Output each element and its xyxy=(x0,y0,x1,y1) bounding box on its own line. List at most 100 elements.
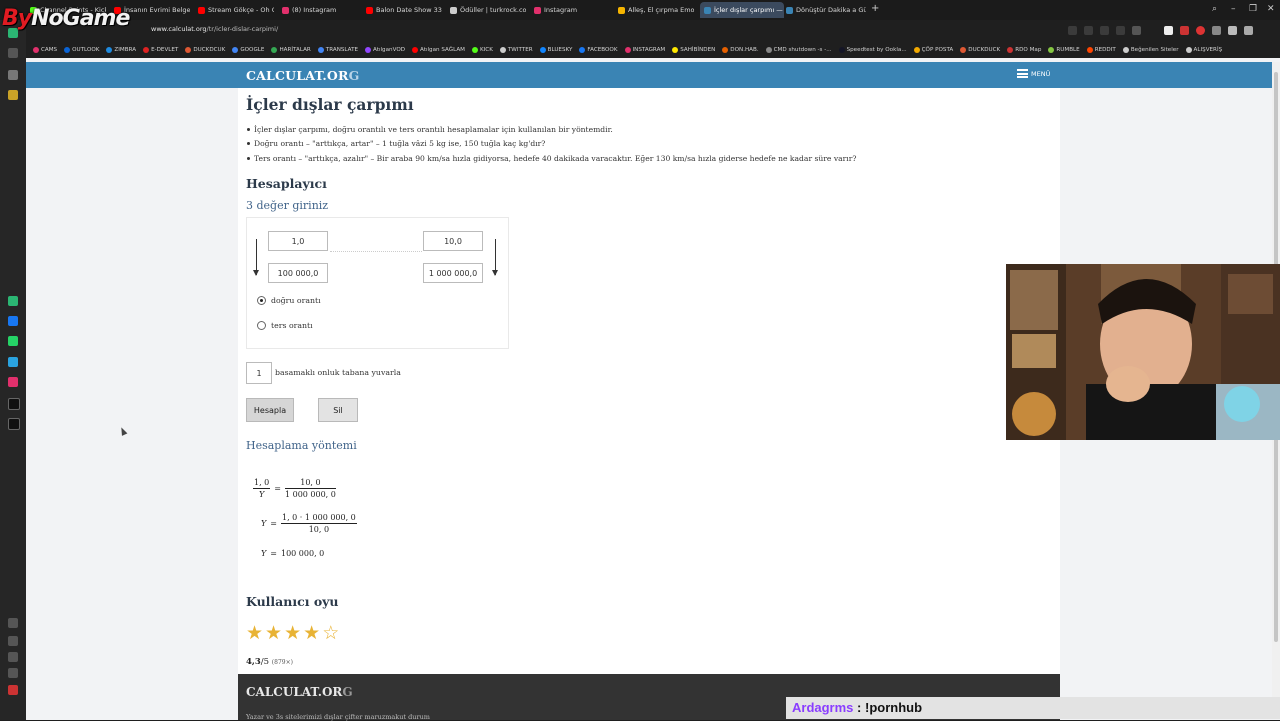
tab-favicon xyxy=(366,6,373,14)
extension-icon[interactable] xyxy=(1132,26,1141,35)
browser-tab-active[interactable]: İçler dışlar çarpımı — çev xyxy=(700,2,784,18)
instagram-icon[interactable] xyxy=(8,377,18,387)
x-icon[interactable] xyxy=(8,418,20,430)
bookmark-label: Beğenilen Siteler xyxy=(1130,47,1179,53)
play-icon[interactable] xyxy=(1164,26,1173,35)
profile-icon[interactable] xyxy=(1196,26,1205,35)
star-filled-icon[interactable]: ★ xyxy=(246,622,263,644)
edit-icon[interactable] xyxy=(8,636,18,646)
bookmark-label: RUMBLE xyxy=(1056,47,1080,53)
bookmark-item[interactable]: HARİTALAR xyxy=(271,47,311,53)
radio-inverse-label[interactable]: ters orantı xyxy=(271,321,313,330)
bookmark-item[interactable]: KICK xyxy=(471,47,493,53)
bookmark-item[interactable]: DUCKDUCK xyxy=(960,47,1000,53)
input-a[interactable]: 1,0 xyxy=(268,231,328,251)
new-tab-button[interactable]: + xyxy=(871,3,879,15)
browser-tab[interactable]: Alleş, El çırpma Emoji 👋 xyxy=(618,2,694,18)
toolbar-icon[interactable] xyxy=(1084,26,1093,35)
bookmark-item[interactable]: ALIŞVERİŞ xyxy=(1185,47,1223,53)
radio-direct-proportion[interactable] xyxy=(257,296,266,305)
webcam-overlay xyxy=(1006,264,1280,440)
messenger-icon[interactable] xyxy=(8,296,18,306)
bell-icon[interactable] xyxy=(8,90,18,100)
star-empty-icon[interactable]: ☆ xyxy=(322,622,339,644)
browser-tab[interactable]: Instagram xyxy=(534,2,610,18)
star-filled-icon[interactable]: ★ xyxy=(284,622,301,644)
input-d[interactable]: 1 000 000,0 xyxy=(423,263,483,283)
browser-tab[interactable]: Ödüller | turkrock.com xyxy=(450,2,526,18)
address-bar: www.calculat.org/tr/icler-dislar-carpimi… xyxy=(26,20,1280,42)
bookmark-item[interactable]: CMD shutdown -s -... xyxy=(765,47,832,53)
bookmark-item[interactable]: TRANSLATE xyxy=(317,47,358,53)
browser-tab[interactable]: Stream Gökçe - Oh Olsun! xyxy=(198,2,274,18)
bookmark-item[interactable]: GOOGLE xyxy=(232,47,264,53)
record-icon[interactable] xyxy=(8,685,18,695)
bookmark-item[interactable]: RUMBLE xyxy=(1048,47,1080,53)
bookmark-item[interactable]: SAHİBİNDEN xyxy=(672,47,715,53)
rounding-input[interactable]: 1 xyxy=(246,362,272,384)
tab-favicon xyxy=(282,6,289,14)
bookmark-item[interactable]: DUCKDCUK xyxy=(185,47,225,53)
minimize-icon[interactable]: – xyxy=(1231,3,1236,15)
search-icon[interactable]: ⌕ xyxy=(1212,3,1217,15)
menu-icon[interactable] xyxy=(1244,26,1253,35)
restore-icon[interactable]: ❐ xyxy=(1249,3,1257,15)
footer-logo[interactable]: CALCULAT.ORG xyxy=(246,685,353,699)
tiktok-icon[interactable] xyxy=(8,398,20,410)
bookmark-item[interactable]: Atılgan SAĞLAM xyxy=(412,47,465,53)
bookmark-item[interactable]: CAMS xyxy=(33,47,57,53)
radio-direct-label[interactable]: doğru orantı xyxy=(271,296,321,305)
input-b[interactable]: 10,0 xyxy=(423,231,483,251)
close-icon[interactable]: ✕ xyxy=(1267,3,1275,15)
bookmark-item[interactable]: Beğenilen Siteler xyxy=(1122,47,1179,53)
bookmark-icon xyxy=(838,47,845,53)
bookmark-item[interactable]: INSTAGRAM xyxy=(624,47,665,53)
bookmark-item[interactable]: BLUESKY xyxy=(539,47,572,53)
bookmark-item[interactable]: RDO Map xyxy=(1007,47,1041,53)
bookmark-item[interactable]: Speedtest by Ookla... xyxy=(838,47,907,53)
browser-tab[interactable]: Dönüştür Dakika a Gün (d xyxy=(786,2,866,18)
bookmark-label: OUTLOOK xyxy=(72,47,100,53)
divider xyxy=(330,251,422,252)
whatsapp-icon[interactable] xyxy=(8,336,18,346)
browser-tab[interactable]: Balon Date Show 33. Bölü xyxy=(366,2,442,18)
url-field[interactable]: www.calculat.org/tr/icler-dislar-carpimi… xyxy=(151,25,278,33)
bookmark-icon[interactable] xyxy=(8,48,18,58)
bookmark-label: ZIMBRA xyxy=(114,47,137,53)
telegram-icon[interactable] xyxy=(8,357,18,367)
bookmark-item[interactable]: E-DEVLET xyxy=(143,47,178,53)
download-icon[interactable] xyxy=(1116,26,1125,35)
clipboard-icon[interactable] xyxy=(8,70,18,80)
menu-button[interactable]: MENÜ xyxy=(1017,69,1050,78)
extension-icon[interactable] xyxy=(1180,26,1189,35)
star-filled-icon[interactable]: ★ xyxy=(303,622,320,644)
extension-icon[interactable] xyxy=(1212,26,1221,35)
bookmark-item[interactable]: OUTLOOK xyxy=(64,47,99,53)
toolbar-icon[interactable] xyxy=(1068,26,1077,35)
extension-icon[interactable] xyxy=(1228,26,1237,35)
bookmark-item[interactable]: FACEBOOK xyxy=(579,47,618,53)
messenger-icon[interactable] xyxy=(8,316,18,326)
bookmark-label: CAMS xyxy=(41,47,58,53)
star-rating[interactable]: ★ ★ ★ ★ ☆ xyxy=(246,622,339,644)
radio-inverse-proportion[interactable] xyxy=(257,321,266,330)
input-c[interactable]: 100 000,0 xyxy=(268,263,328,283)
bookmark-item[interactable]: TWITTER xyxy=(499,47,533,53)
star-filled-icon[interactable]: ★ xyxy=(265,622,282,644)
settings-icon[interactable] xyxy=(8,668,18,678)
bookmark-label: ALIŞVERİŞ xyxy=(1193,47,1223,53)
bookmark-item[interactable]: DON.HAB. xyxy=(722,47,759,53)
bookmark-item[interactable]: AtılganVOD xyxy=(365,47,405,53)
calculate-button[interactable]: Hesapla xyxy=(246,398,294,422)
bookmark-item[interactable]: REDDIT xyxy=(1086,47,1116,53)
bookmark-item[interactable]: ÇÖP POSTA xyxy=(913,47,954,53)
bookmark-item[interactable]: ZIMBRA xyxy=(106,47,136,53)
clear-button[interactable]: Sil xyxy=(318,398,358,422)
toolbar-icon[interactable] xyxy=(1100,26,1109,35)
browser-tab[interactable]: (8) Instagram xyxy=(282,2,358,18)
bookmark-label: ÇÖP POSTA xyxy=(921,47,954,53)
site-logo[interactable]: CALCULAT.ORG xyxy=(246,68,360,83)
history-icon[interactable] xyxy=(8,652,18,662)
chat-username: Ardagrms : !pornhub xyxy=(792,700,923,715)
apps-icon[interactable] xyxy=(8,618,18,628)
